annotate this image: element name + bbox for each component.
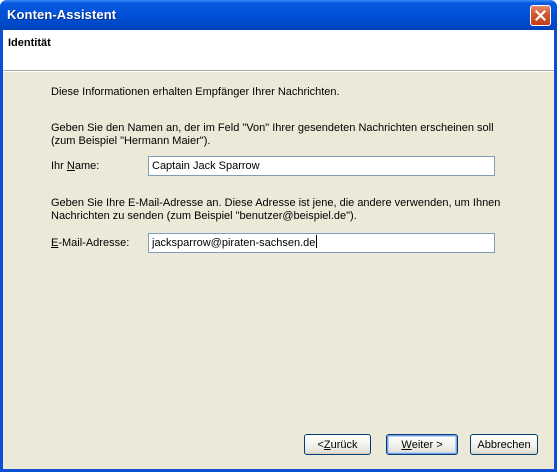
- name-input[interactable]: Captain Jack Sparrow: [148, 156, 495, 176]
- back-button-suffix: urück: [330, 438, 358, 451]
- email-input[interactable]: jacksparrow@piraten-sachsen.de: [148, 233, 495, 253]
- close-icon: [535, 10, 546, 21]
- window-title: Konten-Assistent: [7, 7, 117, 22]
- next-button-suffix: eiter >: [411, 438, 443, 451]
- dialog-client-area: Identität Diese Informationen erhalten E…: [3, 30, 554, 469]
- email-label: E-Mail-Adresse:: [51, 237, 129, 250]
- page-title: Identität: [8, 37, 51, 49]
- intro-text: Diese Informationen erhalten Empfänger I…: [51, 86, 340, 98]
- name-label-suffix: ame:: [74, 160, 100, 172]
- name-label-accesskey: N: [66, 160, 75, 172]
- wizard-window: Konten-Assistent Identität Diese Informa…: [0, 0, 557, 472]
- email-help-text-line1: Geben Sie Ihre E-Mail-Adresse an. Diese …: [51, 197, 501, 209]
- name-help-text-line1: Geben Sie den Namen an, der im Feld "Von…: [51, 122, 494, 134]
- email-label-suffix: -Mail-Adresse:: [58, 237, 130, 249]
- page-header: Identität: [3, 30, 554, 71]
- next-button-accesskey: W: [401, 438, 412, 451]
- email-help-text-line2: Nachrichten zu senden (zum Beispiel "ben…: [51, 210, 357, 222]
- cancel-button[interactable]: Abbrechen: [470, 434, 538, 455]
- name-label: Ihr Name:: [51, 160, 99, 173]
- back-button[interactable]: < Zurück: [304, 434, 371, 455]
- name-label-prefix: Ihr: [51, 160, 67, 172]
- email-input-value: jacksparrow@piraten-sachsen.de: [152, 237, 316, 249]
- back-button-accesskey: Z: [323, 438, 331, 451]
- title-bar[interactable]: Konten-Assistent: [0, 0, 557, 30]
- text-caret: [316, 235, 318, 248]
- header-divider: [3, 71, 554, 72]
- name-input-value: Captain Jack Sparrow: [152, 160, 260, 172]
- name-help-text-line2: (zum Beispiel "Hermann Maier").: [51, 135, 211, 147]
- next-button[interactable]: Weiter >: [386, 434, 458, 455]
- close-button[interactable]: [530, 5, 551, 26]
